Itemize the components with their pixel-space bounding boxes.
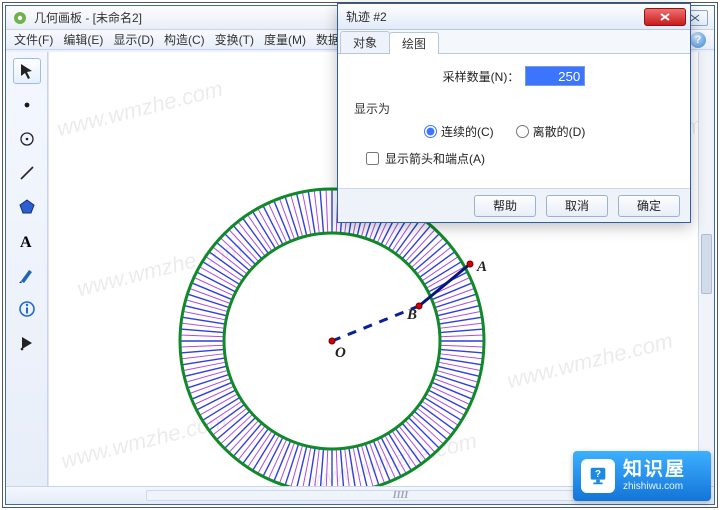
tool-polygon[interactable] — [13, 194, 41, 220]
dialog-buttons: 帮助 取消 确定 — [338, 188, 690, 222]
tool-info[interactable] — [13, 296, 41, 322]
menu-edit[interactable]: 编辑(E) — [63, 31, 103, 48]
radio-continuous-label: 连续的(C) — [441, 123, 494, 140]
radio-discrete-label: 离散的(D) — [533, 123, 586, 140]
dialog-close-button[interactable] — [644, 8, 686, 26]
label-A: A — [477, 259, 487, 276]
arrows-checkbox[interactable] — [366, 152, 379, 165]
tool-marker[interactable] — [13, 262, 41, 288]
brand-cn: 知识屋 — [623, 459, 686, 481]
outer-frame: 几何画板 - [未命名2] 文件(F) 编辑(E) 显示(D) 构造(C) 变换… — [2, 2, 718, 508]
radio-continuous[interactable]: 连续的(C) — [424, 123, 494, 140]
dialog-tabs: 对象 绘图 — [338, 30, 690, 54]
tool-custom[interactable] — [13, 330, 41, 356]
svg-text:?: ? — [595, 469, 601, 480]
menu-measure[interactable]: 度量(M) — [264, 31, 306, 48]
menu-construct[interactable]: 构造(C) — [164, 31, 205, 48]
tool-arrow[interactable] — [13, 58, 41, 84]
arrows-label: 显示箭头和端点(A) — [385, 150, 485, 167]
svg-text:A: A — [20, 234, 32, 250]
label-B: B — [407, 307, 417, 324]
displayas-label: 显示为 — [354, 100, 674, 117]
arrows-row: 显示箭头和端点(A) — [354, 150, 674, 167]
ok-button[interactable]: 确定 — [618, 195, 680, 217]
hscroll-label: IIII — [393, 490, 409, 501]
label-O: O — [335, 345, 346, 362]
sample-input[interactable] — [525, 66, 585, 86]
point-O[interactable] — [329, 338, 336, 345]
dialog-body: 采样数量(N)： 显示为 连续的(C) 离散的(D) 显示箭头和端点(A) — [338, 54, 690, 188]
help-button[interactable]: 帮助 — [474, 195, 536, 217]
tab-plot[interactable]: 绘图 — [389, 32, 439, 54]
sample-label: 采样数量(N)： — [443, 68, 520, 85]
radio-continuous-input[interactable] — [424, 125, 437, 138]
vertical-scrollbar[interactable] — [698, 52, 714, 486]
brand-en: zhishiwu.com — [623, 481, 686, 493]
brand-badge[interactable]: ? 知识屋 zhishiwu.com — [573, 451, 711, 501]
cancel-button[interactable]: 取消 — [546, 195, 608, 217]
dialog-titlebar[interactable]: 轨迹 #2 — [338, 4, 690, 30]
brand-logo-icon: ? — [581, 459, 615, 493]
radio-discrete-input[interactable] — [516, 125, 529, 138]
tool-circle[interactable] — [13, 126, 41, 152]
tool-text[interactable]: A — [13, 228, 41, 254]
tab-object[interactable]: 对象 — [340, 31, 390, 53]
radio-discrete[interactable]: 离散的(D) — [516, 123, 586, 140]
sample-row: 采样数量(N)： — [354, 66, 674, 86]
vscroll-thumb[interactable] — [701, 234, 712, 294]
menu-file[interactable]: 文件(F) — [14, 31, 53, 48]
help-icon[interactable]: ? — [690, 32, 706, 48]
locus-dialog: 轨迹 #2 对象 绘图 采样数量(N)： 显示为 连续的(C) — [337, 3, 691, 223]
tool-segment[interactable] — [13, 160, 41, 186]
dialog-title: 轨迹 #2 — [346, 8, 644, 25]
menu-display[interactable]: 显示(D) — [113, 31, 154, 48]
brand-texts: 知识屋 zhishiwu.com — [623, 459, 686, 492]
point-A[interactable] — [467, 261, 474, 268]
toolbox: A — [6, 52, 48, 486]
app-icon — [12, 10, 28, 26]
tool-point[interactable] — [13, 92, 41, 118]
menu-transform[interactable]: 变换(T) — [215, 31, 254, 48]
displayas-options: 连续的(C) 离散的(D) — [354, 123, 674, 140]
